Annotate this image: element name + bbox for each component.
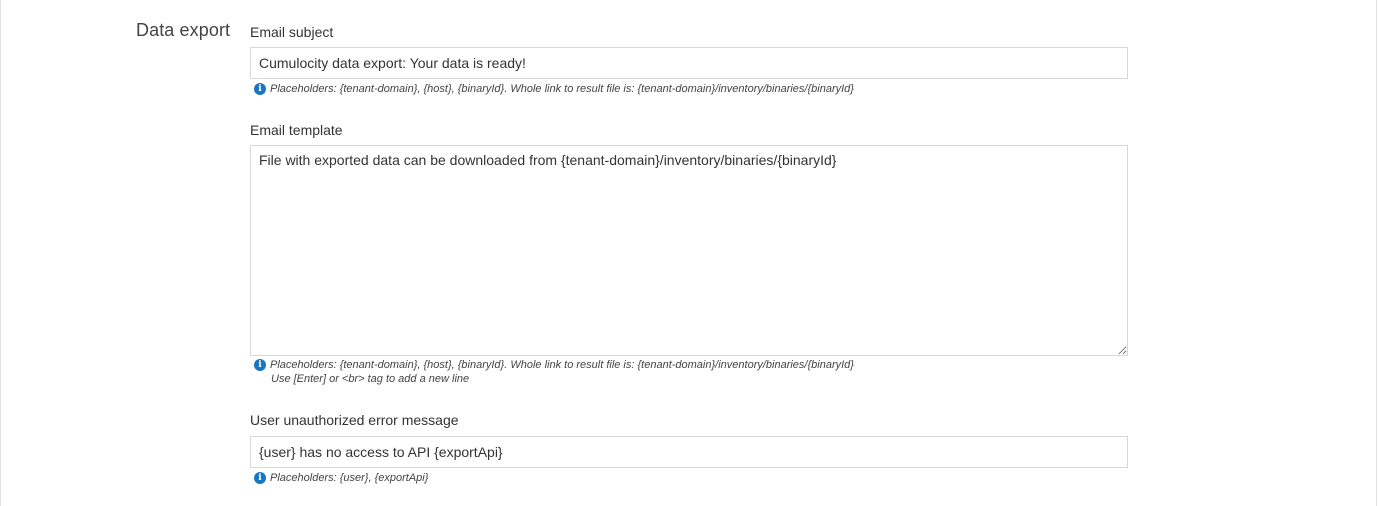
section-title: Data export	[136, 20, 231, 40]
info-icon: i	[254, 472, 266, 484]
unauthorized-message-help-text: Placeholders: {user}, {exportApi}	[270, 472, 429, 484]
unauthorized-message-label: User unauthorized error message	[250, 412, 459, 428]
email-subject-label: Email subject	[250, 24, 334, 40]
email-template-help-line2: Use [Enter] or <br> tag to add a new lin…	[271, 373, 470, 385]
email-subject-help: i Placeholders: {tenant-domain}, {host},…	[254, 82, 854, 96]
email-template-help: i Placeholders: {tenant-domain}, {host},…	[254, 358, 854, 386]
email-template-textarea[interactable]: File with exported data can be downloade…	[250, 145, 1128, 356]
info-icon: i	[254, 359, 266, 371]
info-icon: i	[254, 83, 266, 95]
email-template-help-line1: Placeholders: {tenant-domain}, {host}, {…	[270, 359, 854, 371]
unauthorized-message-input[interactable]	[250, 436, 1128, 468]
unauthorized-message-help: i Placeholders: {user}, {exportApi}	[254, 471, 428, 485]
email-subject-help-text: Placeholders: {tenant-domain}, {host}, {…	[270, 83, 854, 95]
email-subject-input[interactable]	[250, 47, 1128, 79]
email-template-label: Email template	[250, 122, 343, 138]
